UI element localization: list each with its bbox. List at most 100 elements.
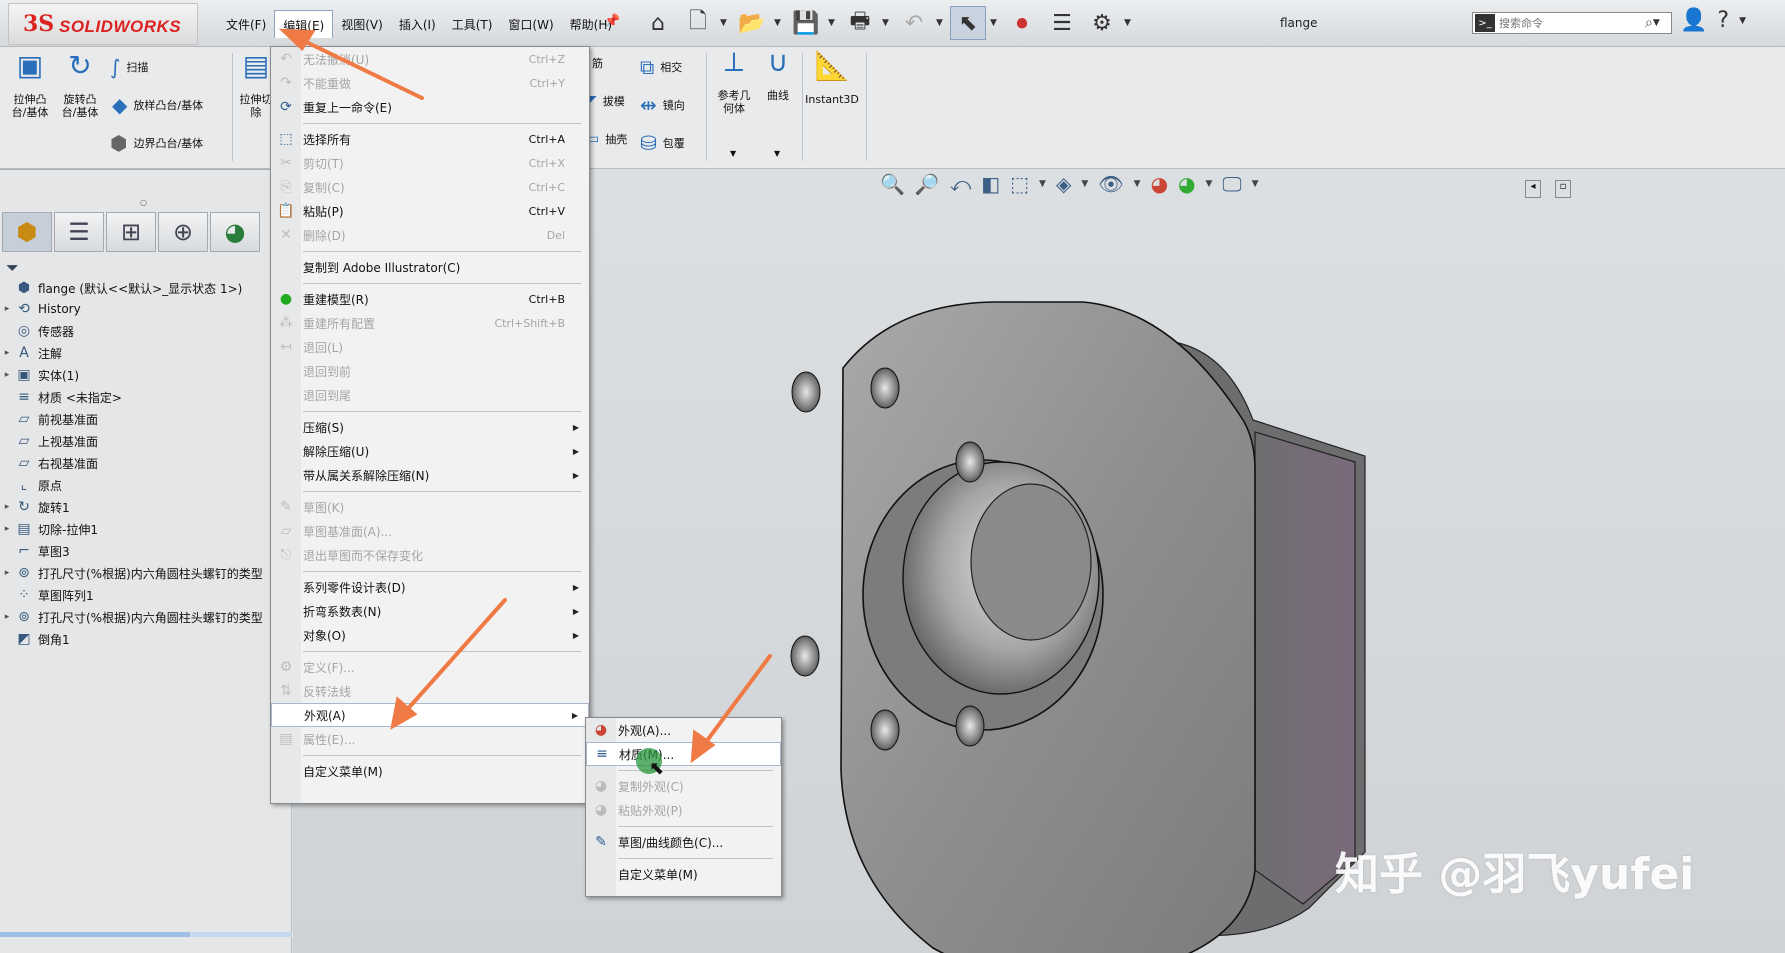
configuration-manager-tab-icon[interactable]: ⊞ <box>106 212 156 252</box>
panel-splitter-handle[interactable]: ○ <box>140 198 147 207</box>
tree-node[interactable]: ▱ 上视基准面 <box>0 430 292 452</box>
tree-node[interactable]: ≡ 材质 <未指定> <box>0 386 292 408</box>
wrap-button[interactable]: ⛁ 包覆 <box>640 131 685 155</box>
tree-node[interactable]: ⌞ 原点 <box>0 474 292 496</box>
tree-node[interactable]: ⁘ 草图阵列1 <box>0 584 292 606</box>
dimxpert-manager-tab-icon[interactable]: ⊕ <box>158 212 208 252</box>
zoom-to-area-icon[interactable]: 🔎 <box>915 172 940 196</box>
expand-icon[interactable]: ▸ <box>0 348 14 358</box>
intersect-button[interactable]: ⧉ 相交 <box>640 55 682 79</box>
chevron-down-icon[interactable]: ▼ <box>1124 18 1134 28</box>
save-icon[interactable]: 💾 <box>788 6 824 40</box>
tree-node[interactable]: ⌐ 草图3 <box>0 540 292 562</box>
feature-manager-tab-icon[interactable]: ⬢ <box>2 212 52 252</box>
tree-node[interactable]: ▸ ⊚ 打孔尺寸(%根据)内六角圆柱头螺钉的类型 <box>0 606 292 628</box>
help-icon[interactable]: ? <box>1717 8 1729 33</box>
chevron-down-icon[interactable]: ▼ <box>1739 16 1749 26</box>
previous-view-icon[interactable]: ⤺ <box>950 172 971 196</box>
apply-scene-icon[interactable]: ◕ <box>1178 172 1195 196</box>
options-gear-icon[interactable]: ⚙ <box>1084 6 1120 40</box>
chevron-down-icon[interactable]: ▼ <box>730 149 736 158</box>
menu-item[interactable]: ● 重建模型(R) Ctrl+B <box>271 287 589 311</box>
menu-5[interactable]: 窗口(W) <box>500 10 561 38</box>
tree-node[interactable]: ▸ A 注解 <box>0 342 292 364</box>
menu-item[interactable]: ≡材质(M)... <box>586 742 781 766</box>
menu-item[interactable]: 解除压缩(U) ▶ <box>271 439 589 463</box>
view-orientation-icon[interactable]: ⬚ <box>1010 172 1029 196</box>
menu-item[interactable]: 自定义菜单(M) <box>271 759 589 783</box>
horizontal-scrollbar[interactable] <box>0 932 292 937</box>
select-pointer-icon[interactable]: ⬉ <box>950 6 986 40</box>
menu-0[interactable]: 文件(F) <box>218 10 274 38</box>
section-view-icon[interactable]: ◧ <box>981 172 1000 196</box>
menu-item[interactable]: 压缩(S) ▶ <box>271 415 589 439</box>
menu-1[interactable]: 编辑(E) <box>274 10 334 38</box>
tree-node[interactable]: ◩ 倒角1 <box>0 628 292 650</box>
menu-4[interactable]: 工具(T) <box>444 10 501 38</box>
panel-collapse-icon[interactable]: ◂ <box>1525 180 1541 198</box>
extrude-boss-button[interactable]: ▣ 拉伸凸台/基体 <box>10 52 50 120</box>
sweep-button[interactable]: ∫ 扫描 <box>110 55 148 79</box>
chevron-down-icon[interactable]: ▼ <box>1039 179 1046 189</box>
menu-item[interactable]: 折弯系数表(N) ▶ <box>271 599 589 623</box>
reference-geometry-button[interactable]: ⟂ 参考几何体 <box>712 48 756 116</box>
chevron-down-icon[interactable]: ▼ <box>720 18 730 28</box>
tree-node[interactable]: ▸ ⊚ 打孔尺寸(%根据)内六角圆柱头螺钉的类型 <box>0 562 292 584</box>
expand-icon[interactable]: ▸ <box>0 502 14 512</box>
menu-item[interactable]: 📋 粘贴(P) Ctrl+V <box>271 199 589 223</box>
view-settings-icon[interactable]: 🖵 <box>1222 172 1241 196</box>
chevron-down-icon[interactable]: ▼ <box>882 18 892 28</box>
boundary-boss-button[interactable]: ⬢ 边界凸台/基体 <box>110 131 203 155</box>
tree-node[interactable]: ▸ ⟲ History <box>0 298 292 320</box>
search-icon[interactable]: ⌕ <box>1645 15 1653 31</box>
chevron-down-icon[interactable]: ▼ <box>774 18 784 28</box>
chevron-down-icon[interactable]: ▼ <box>774 149 780 158</box>
menu-item[interactable]: 系列零件设计表(D) ▶ <box>271 575 589 599</box>
file-properties-icon[interactable]: ☰ <box>1044 6 1080 40</box>
tree-node[interactable]: ▸ ↻ 旋转1 <box>0 496 292 518</box>
expand-icon[interactable]: ▸ <box>0 568 14 578</box>
tree-node[interactable]: ▸ ▣ 实体(1) <box>0 364 292 386</box>
user-icon[interactable]: 👤 <box>1680 8 1707 33</box>
tree-node[interactable]: ▱ 右视基准面 <box>0 452 292 474</box>
instant3d-button[interactable]: 📐 Instant3D <box>805 52 859 107</box>
rebuild-traffic-light-icon[interactable]: ⏺ <box>1004 6 1040 40</box>
shell-button[interactable]: ▭ 抽壳 <box>586 131 627 147</box>
scrollbar-thumb[interactable] <box>0 932 190 937</box>
property-manager-tab-icon[interactable]: ☰ <box>54 212 104 252</box>
search-input[interactable] <box>1495 16 1645 30</box>
menu-item[interactable]: ⬚ 选择所有 Ctrl+A <box>271 127 589 151</box>
search-commands-box[interactable]: >_ ⌕ ▼ <box>1472 12 1672 34</box>
new-document-icon[interactable]: 🗋 <box>680 6 716 40</box>
undo-icon[interactable]: ↶ <box>896 6 932 40</box>
extrude-cut-button[interactable]: ▤ 拉伸切除 <box>238 52 274 120</box>
display-manager-tab-icon[interactable]: ◕ <box>210 212 260 252</box>
menu-2[interactable]: 视图(V) <box>333 10 391 38</box>
chevron-down-icon[interactable]: ▼ <box>990 18 1000 28</box>
zoom-to-fit-icon[interactable]: 🔍 <box>880 172 905 196</box>
curves-button[interactable]: ∪ 曲线 <box>760 48 796 103</box>
tree-node[interactable]: ▸ ▤ 切除-拉伸1 <box>0 518 292 540</box>
mirror-button[interactable]: ⇹ 镜向 <box>640 93 685 117</box>
tree-node[interactable]: ⬢ flange (默认<<默认>_显示状态 1>) <box>0 278 292 298</box>
tree-node[interactable]: ◎ 传感器 <box>0 320 292 342</box>
revolve-boss-button[interactable]: ↻ 旋转凸台/基体 <box>58 52 102 120</box>
menu-item[interactable]: 复制到 Adobe Illustrator(C) <box>271 255 589 279</box>
chevron-down-icon[interactable]: ▼ <box>936 18 946 28</box>
hide-show-items-icon[interactable]: 👁 <box>1098 172 1123 196</box>
rib-button[interactable]: 筋 <box>592 55 603 71</box>
chevron-down-icon[interactable]: ▼ <box>1252 179 1259 189</box>
home-icon[interactable]: ⌂ <box>640 6 676 40</box>
menu-item[interactable]: 外观(A) ▶ <box>271 703 589 727</box>
chevron-down-icon[interactable]: ▼ <box>828 18 838 28</box>
menu-item[interactable]: ✎ 草图/曲线颜色(C)... <box>586 830 781 854</box>
print-icon[interactable]: 🖶 <box>842 6 878 40</box>
display-style-icon[interactable]: ◈ <box>1056 172 1071 196</box>
tree-node[interactable]: ▱ 前视基准面 <box>0 408 292 430</box>
chevron-down-icon[interactable]: ▼ <box>1134 179 1141 189</box>
expand-icon[interactable]: ▸ <box>0 370 14 380</box>
menu-item[interactable]: 对象(O) ▶ <box>271 623 589 647</box>
menu-item[interactable]: 带从属关系解除压缩(N) ▶ <box>271 463 589 487</box>
menu-3[interactable]: 插入(I) <box>391 10 444 38</box>
menu-item[interactable]: ⟳ 重复上一命令(E) <box>271 95 589 119</box>
